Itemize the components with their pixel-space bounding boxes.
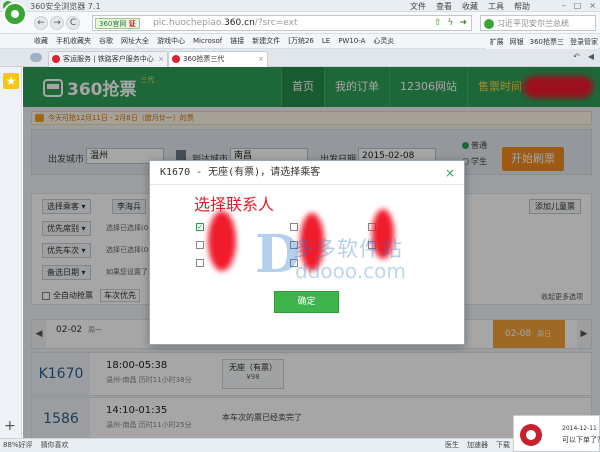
close-window-button[interactable]: ×: [589, 1, 596, 10]
rating-text[interactable]: 88%好评: [3, 439, 33, 452]
status-bar: 88%好评 猜你喜欢 医生 加速器 下载: [0, 438, 600, 452]
bookmark-item[interactable]: LE: [318, 37, 334, 45]
cloud-icon[interactable]: [30, 53, 42, 62]
bookmark-item[interactable]: 手机收藏夹: [52, 36, 95, 46]
left-sidebar: ★ +: [0, 67, 22, 438]
recommend-text[interactable]: 猜你喜欢: [41, 439, 69, 452]
login-manager-button[interactable]: 登录管家: [570, 37, 598, 47]
search-engine-icon[interactable]: [484, 19, 494, 29]
tab-bar-controls: ↶ ◀: [573, 52, 594, 61]
menu-view[interactable]: 查看: [436, 1, 452, 12]
dialog-title: K1670 - 无座(有票)，请选择乘客: [150, 161, 464, 185]
url-domain: 360.cn: [224, 18, 255, 28]
search-box[interactable]: 习近平见安尔兰总统: [480, 15, 596, 31]
menu-tools[interactable]: 工具: [488, 1, 504, 12]
cert-label: 证: [128, 20, 136, 28]
menu-bar: 文件 查看 收藏 工具 帮助: [410, 1, 530, 12]
close-tab-icon[interactable]: ×: [258, 52, 264, 66]
confirm-button[interactable]: 确定: [274, 291, 339, 313]
bookmark-item[interactable]: 新建文件: [248, 36, 284, 46]
forward-button[interactable]: →: [50, 16, 64, 30]
bookmark-item[interactable]: PW10-A: [334, 37, 369, 45]
tab-label: 客运服务 | 铁路客户服务中心: [63, 55, 154, 63]
contact-checkbox[interactable]: [196, 241, 204, 249]
url-host: pic.huochepiao.: [153, 18, 225, 28]
redacted-contact: [208, 211, 236, 271]
railway-logo-icon: [520, 424, 542, 446]
close-icon[interactable]: ×: [445, 166, 455, 180]
status-left: 88%好评 猜你喜欢: [3, 439, 69, 452]
360-favicon-icon: [172, 55, 180, 63]
menu-favorites[interactable]: 收藏: [462, 1, 478, 12]
favorites-star-icon[interactable]: ★: [3, 73, 19, 89]
search-input[interactable]: 习近平见安尔兰总统: [497, 18, 569, 29]
url-text: pic.huochepiao.360.cn/?src=ext: [153, 18, 298, 28]
menu-help[interactable]: 帮助: [514, 1, 530, 12]
back-button[interactable]: ←: [34, 16, 48, 30]
close-tab-icon[interactable]: ×: [158, 52, 164, 66]
notification-toast[interactable]: 2014-12-11 可以下单了？: [513, 415, 600, 452]
bookmark-item[interactable]: Microsof: [189, 37, 226, 45]
window-controls: – □ ×: [562, 1, 596, 10]
refresh-button[interactable]: C: [66, 16, 80, 30]
address-icons: ⇧ ϟ ➜: [434, 18, 467, 28]
extensions-button[interactable]: 扩展: [490, 37, 504, 47]
ticket-grab-button[interactable]: 360抢票三: [530, 37, 564, 47]
bookmark-item[interactable]: 心灵炎: [369, 36, 398, 46]
share-icon[interactable]: ⇧: [434, 18, 442, 28]
bank-button[interactable]: 网银: [510, 37, 524, 47]
site-watermark: D 多多软件站 ddooo.com: [255, 229, 406, 285]
tab-label: 360抢票三代: [183, 55, 225, 63]
bookmarks-right: 扩展 网银 360抢票三 登录管家: [485, 34, 598, 49]
tab-360-grab[interactable]: 360抢票三代 ×: [168, 51, 268, 67]
watermark-text-en: ddooo.com: [295, 259, 406, 283]
window-titlebar: 360安全浏览器 7.1 文件 查看 收藏 工具 帮助 – □ ×: [0, 0, 600, 12]
maximize-button[interactable]: □: [574, 1, 582, 10]
tab-bar: 客运服务 | 铁路客户服务中心 × 360抢票三代 × ↶ ◀: [0, 49, 600, 67]
address-bar[interactable]: 360官网 证 pic.huochepiao.360.cn/?src=ext ⇧…: [92, 15, 472, 31]
bookmark-item[interactable]: 收藏: [30, 36, 52, 46]
status-right: 医生 加速器 下载: [445, 439, 510, 452]
address-toolbar: ← → C 360官网 证 pic.huochepiao.360.cn/?src…: [0, 12, 600, 34]
site-verified-badge[interactable]: 360官网 证: [95, 18, 140, 29]
back-tab-icon[interactable]: ◀: [588, 52, 594, 61]
url-path: /?src=ext: [254, 18, 298, 28]
passenger-dialog: K1670 - 无座(有票)，请选择乘客 × 选择联系人 ✓ D 多多软件站 d…: [149, 160, 465, 345]
toast-date: 2014-12-11: [562, 425, 597, 432]
download-button[interactable]: 下载: [496, 439, 510, 452]
dialog-heading: 选择联系人: [194, 195, 275, 214]
minimize-button[interactable]: –: [562, 1, 566, 10]
bookmark-item[interactable]: 网址大全: [117, 36, 153, 46]
browser-home-icon[interactable]: [3, 2, 27, 26]
site-tag-label: 360官网: [99, 20, 127, 28]
railway-favicon-icon: [52, 55, 60, 63]
tab-railway-service[interactable]: 客运服务 | 铁路客户服务中心 ×: [48, 51, 168, 67]
toast-message: 可以下单了？: [562, 436, 600, 444]
window-title: 360安全浏览器 7.1: [30, 2, 101, 11]
accelerator-button[interactable]: 加速器: [467, 439, 488, 452]
undo-icon[interactable]: ↶: [573, 52, 580, 61]
bookmark-item[interactable]: [万统26: [284, 36, 318, 46]
bookmark-item[interactable]: 链接: [226, 36, 248, 46]
contact-checkbox[interactable]: [196, 259, 204, 267]
add-icon[interactable]: +: [4, 418, 16, 434]
menu-file[interactable]: 文件: [410, 1, 426, 12]
doctor-button[interactable]: 医生: [445, 439, 459, 452]
go-arrow-icon[interactable]: ➜: [459, 18, 467, 28]
bookmark-item[interactable]: 游戏中心: [153, 36, 189, 46]
contact-checkbox[interactable]: ✓: [196, 223, 204, 231]
lightning-icon[interactable]: ϟ: [448, 18, 454, 28]
bookmark-item[interactable]: 谷歌: [95, 36, 117, 46]
